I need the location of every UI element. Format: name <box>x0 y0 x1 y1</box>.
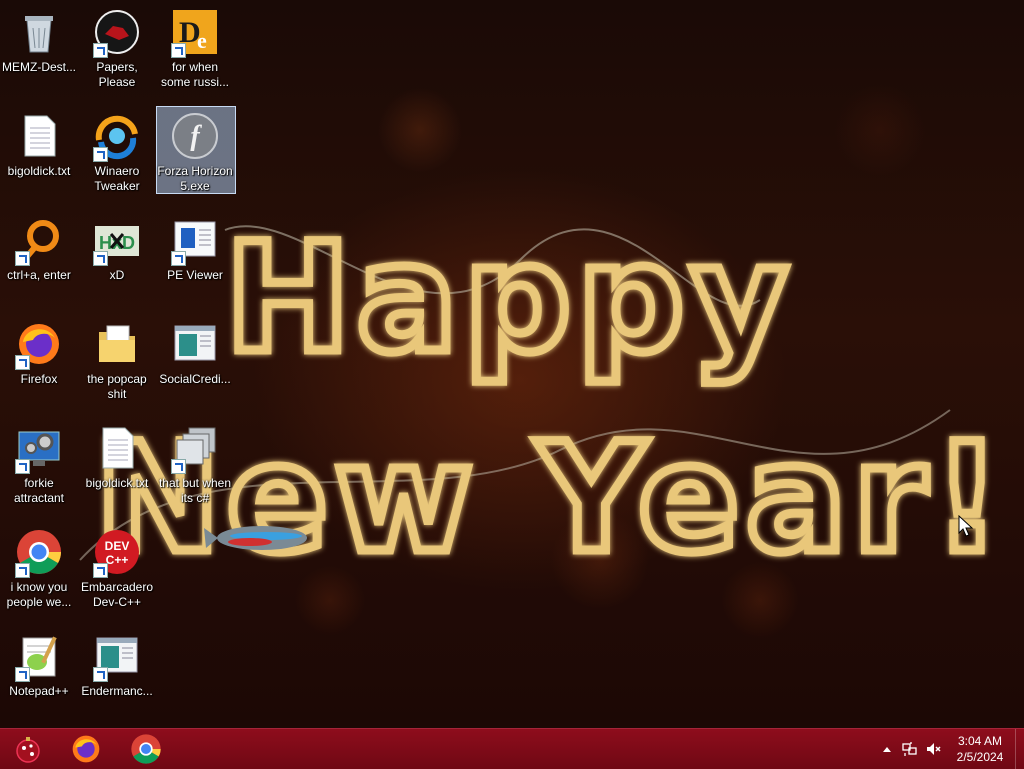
winaero-tweaker-icon <box>93 112 141 162</box>
recycle-bin-icon <box>15 8 63 56</box>
icon-label: that but when its c# <box>158 476 232 505</box>
desktop-icon-forza-exe[interactable]: f Forza Horizon 5.exe <box>156 106 236 210</box>
papers-please-icon <box>93 8 141 58</box>
chevron-up-icon <box>883 747 891 752</box>
icon-label: i know you people we... <box>6 580 72 609</box>
icon-label: Notepad++ <box>9 684 69 698</box>
ring-app-icon <box>15 216 63 266</box>
icon-label: PE Viewer <box>167 268 223 282</box>
shortcut-arrow-icon <box>15 667 30 682</box>
taskbar-firefox-button[interactable] <box>58 729 114 769</box>
taskbar: 3:04 AM 2/5/2024 <box>0 728 1024 769</box>
desktop-icon-text-file-1[interactable]: bigoldick.txt <box>0 110 78 210</box>
icon-label: bigoldick.txt <box>85 476 149 490</box>
desktop-icon-text-file-2[interactable]: bigoldick.txt <box>78 422 156 522</box>
icon-label: Embarcadero Dev-C++ <box>80 580 154 609</box>
devcpp-badge-cpp: C++ <box>106 553 129 567</box>
clock-date: 2/5/2024 <box>956 750 1004 764</box>
start-button[interactable] <box>0 729 56 769</box>
shortcut-arrow-icon <box>93 667 108 682</box>
shortcut-arrow-icon <box>15 459 30 474</box>
start-button-icon <box>16 737 40 763</box>
show-desktop-button[interactable] <box>1015 729 1024 769</box>
desktop-icon-die[interactable]: De for when some russi... <box>156 6 234 106</box>
notepadpp-icon <box>15 632 63 682</box>
shortcut-arrow-icon <box>171 459 186 474</box>
text-file-icon <box>15 112 63 160</box>
show-hidden-icons-button[interactable] <box>877 729 897 769</box>
icon-label: the popcap shit <box>87 372 147 401</box>
system-tray: 3:04 AM 2/5/2024 <box>877 729 1024 769</box>
pe-viewer-icon <box>171 216 219 266</box>
icon-label: Endermanc... <box>81 684 153 698</box>
icon-label: Winaero Tweaker <box>94 164 140 193</box>
app-window-icon <box>171 320 219 368</box>
network-button[interactable] <box>897 729 921 769</box>
app-window-icon <box>93 632 141 682</box>
happy-text: Happy <box>225 212 794 386</box>
desktop-icon-pe-viewer[interactable]: PE Viewer <box>156 214 234 314</box>
network-icon <box>902 742 917 756</box>
icon-label: forkie attractant <box>13 476 65 505</box>
icon-label: for when some russi... <box>160 60 229 89</box>
icon-label: Papers, Please <box>96 60 138 89</box>
flash-exe-icon: f <box>171 112 219 160</box>
shortcut-arrow-icon <box>93 251 108 266</box>
die-app-icon: De <box>171 8 219 58</box>
desktop-icon-forkie[interactable]: forkie attractant <box>0 422 78 522</box>
shortcut-arrow-icon <box>15 251 30 266</box>
shortcut-arrow-icon <box>171 43 186 58</box>
desktop-icon-popcap-folder[interactable]: the popcap shit <box>78 318 156 418</box>
taskbar-clock[interactable]: 3:04 AM 2/5/2024 <box>945 733 1015 765</box>
desktop-icon-endermanch[interactable]: Endermanc... <box>78 630 156 730</box>
text-file-icon <box>93 424 141 472</box>
firefox-icon <box>15 320 63 370</box>
svg-text:e: e <box>197 28 207 53</box>
desktop-icon-winaero[interactable]: Winaero Tweaker <box>78 110 156 210</box>
icon-label: MEMZ-Dest... <box>2 60 76 74</box>
shortcut-arrow-icon <box>171 251 186 266</box>
shortcut-arrow-icon <box>93 563 108 578</box>
shortcut-arrow-icon <box>15 355 30 370</box>
clock-time: 3:04 AM <box>957 734 1003 748</box>
desktop-icon-memz[interactable]: MEMZ-Dest... <box>0 6 78 106</box>
stacked-windows-icon <box>171 424 219 474</box>
shortcut-arrow-icon <box>15 563 30 578</box>
icon-label: ctrl+a, enter <box>7 268 71 282</box>
devcpp-badge: DEV <box>105 539 130 553</box>
icon-label: Firefox <box>20 372 58 386</box>
desktop-icon-ctrl-a[interactable]: ctrl+a, enter <box>0 214 78 314</box>
desktop-icon-socialcredit[interactable]: SocialCredi... <box>156 318 234 418</box>
folder-icon <box>93 320 141 368</box>
desktop-icon-papers-please[interactable]: Papers, Please <box>78 6 156 106</box>
icon-label: xD <box>109 268 125 282</box>
chrome-icon <box>15 528 63 578</box>
devcpp-icon: DEV C++ <box>93 528 141 578</box>
gear-monitor-icon <box>15 424 63 474</box>
desktop-icon-firefox[interactable]: Firefox <box>0 318 78 418</box>
taskbar-chrome-button[interactable] <box>118 729 174 769</box>
desktop-icon-csharp[interactable]: that but when its c# <box>156 422 234 522</box>
desktop-icon-devcpp[interactable]: DEV C++ Embarcadero Dev-C++ <box>78 526 156 626</box>
volume-button[interactable] <box>921 729 945 769</box>
icon-label: SocialCredi... <box>159 372 231 386</box>
icon-label: Forza Horizon 5.exe <box>157 164 233 193</box>
icon-label: bigoldick.txt <box>7 164 71 178</box>
hxd-icon: HxD <box>93 216 141 266</box>
desktop-icon-chrome[interactable]: i know you people we... <box>0 526 78 626</box>
shortcut-arrow-icon <box>93 147 108 162</box>
firefox-icon <box>72 735 100 763</box>
desktop-icon-xd[interactable]: HxD xD <box>78 214 156 314</box>
volume-muted-icon <box>927 743 941 755</box>
mouse-cursor-icon <box>958 514 974 539</box>
desktop-icon-notepadpp[interactable]: Notepad++ <box>0 630 78 730</box>
chrome-icon <box>131 734 161 764</box>
shortcut-arrow-icon <box>93 43 108 58</box>
